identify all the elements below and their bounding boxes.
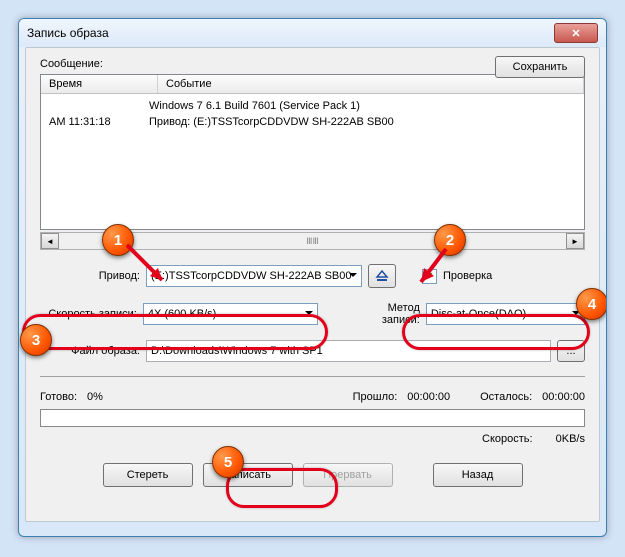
log-time: AM 11:31:18 bbox=[49, 116, 149, 128]
verify-checkbox[interactable]: ✔ bbox=[422, 269, 437, 284]
image-row: Файл образа: D:\Downloads\Windows 7 with… bbox=[40, 340, 585, 362]
elapsed-value: 00:00:00 bbox=[407, 391, 450, 403]
write-button[interactable]: Записать bbox=[203, 463, 293, 487]
speed-dropdown[interactable]: 4X (600 KB/s) bbox=[143, 303, 318, 325]
separator bbox=[40, 376, 585, 377]
h-scrollbar[interactable]: ◄ ⅢⅢ ► bbox=[40, 232, 585, 250]
browse-button[interactable]: ... bbox=[557, 340, 585, 362]
close-button[interactable]: ✕ bbox=[554, 23, 598, 43]
scroll-left-icon[interactable]: ◄ bbox=[41, 233, 59, 249]
method-dropdown[interactable]: Disc-at-Once(DAO) bbox=[426, 303, 585, 325]
drive-dropdown[interactable]: (E:)TSSTcorpCDDVDW SH-222AB SB00 bbox=[146, 265, 362, 287]
save-button[interactable]: Сохранить bbox=[495, 56, 585, 78]
speed-method-row: Скорость записи: 4X (600 KB/s) Метод зап… bbox=[40, 302, 585, 326]
progress-row: Готово: 0% Прошло: 00:00:00 Осталось: 00… bbox=[40, 391, 585, 403]
back-button[interactable]: Назад bbox=[433, 463, 523, 487]
image-path-input[interactable]: D:\Downloads\Windows 7 with SP1 bbox=[146, 340, 551, 362]
remain-label: Осталось: bbox=[480, 391, 532, 403]
window-title: Запись образа bbox=[27, 26, 109, 40]
speed-label: Скорость записи: bbox=[40, 308, 137, 320]
abort-button: Прервать bbox=[303, 463, 393, 487]
elapsed-label: Прошло: bbox=[353, 391, 398, 403]
log-line: Привод: (E:)TSSTcorpCDDVDW SH-222AB SB00 bbox=[149, 116, 576, 128]
log-row: AM 11:31:18 Привод: (E:)TSSTcorpCDDVDW S… bbox=[45, 114, 580, 130]
content-pane: Сообщение: Сохранить Время Событие Windo… bbox=[25, 47, 600, 522]
transfer-speed-value: 0KB/s bbox=[556, 433, 585, 445]
window: Запись образа ✕ Сообщение: Сохранить Вре… bbox=[18, 18, 607, 537]
log-line: Windows 7 6.1 Build 7601 (Service Pack 1… bbox=[149, 100, 576, 112]
button-row: Стереть Записать Прервать Назад bbox=[40, 463, 585, 487]
eject-icon bbox=[375, 270, 389, 282]
scroll-track[interactable]: ⅢⅢ bbox=[59, 233, 566, 249]
speed-row: Скорость: 0KB/s bbox=[40, 433, 585, 445]
method-label: Метод записи: bbox=[349, 302, 420, 326]
scroll-right-icon[interactable]: ► bbox=[566, 233, 584, 249]
log-body: Windows 7 6.1 Build 7601 (Service Pack 1… bbox=[41, 94, 584, 134]
eject-button[interactable] bbox=[368, 264, 396, 288]
erase-button[interactable]: Стереть bbox=[103, 463, 193, 487]
percent: 0% bbox=[87, 391, 103, 403]
ready-label: Готово: bbox=[40, 391, 77, 403]
remain-value: 00:00:00 bbox=[542, 391, 585, 403]
log-listbox[interactable]: Время Событие Windows 7 6.1 Build 7601 (… bbox=[40, 74, 585, 230]
image-label: Файл образа: bbox=[40, 345, 140, 357]
transfer-speed-label: Скорость: bbox=[482, 433, 533, 445]
log-row: Windows 7 6.1 Build 7601 (Service Pack 1… bbox=[45, 98, 580, 114]
progress-bar bbox=[40, 409, 585, 427]
drive-label: Привод: bbox=[40, 270, 140, 282]
col-time[interactable]: Время bbox=[41, 75, 158, 93]
drive-row: Привод: (E:)TSSTcorpCDDVDW SH-222AB SB00… bbox=[40, 264, 585, 288]
verify-label: Проверка bbox=[443, 270, 492, 282]
titlebar: Запись образа ✕ bbox=[19, 19, 606, 47]
